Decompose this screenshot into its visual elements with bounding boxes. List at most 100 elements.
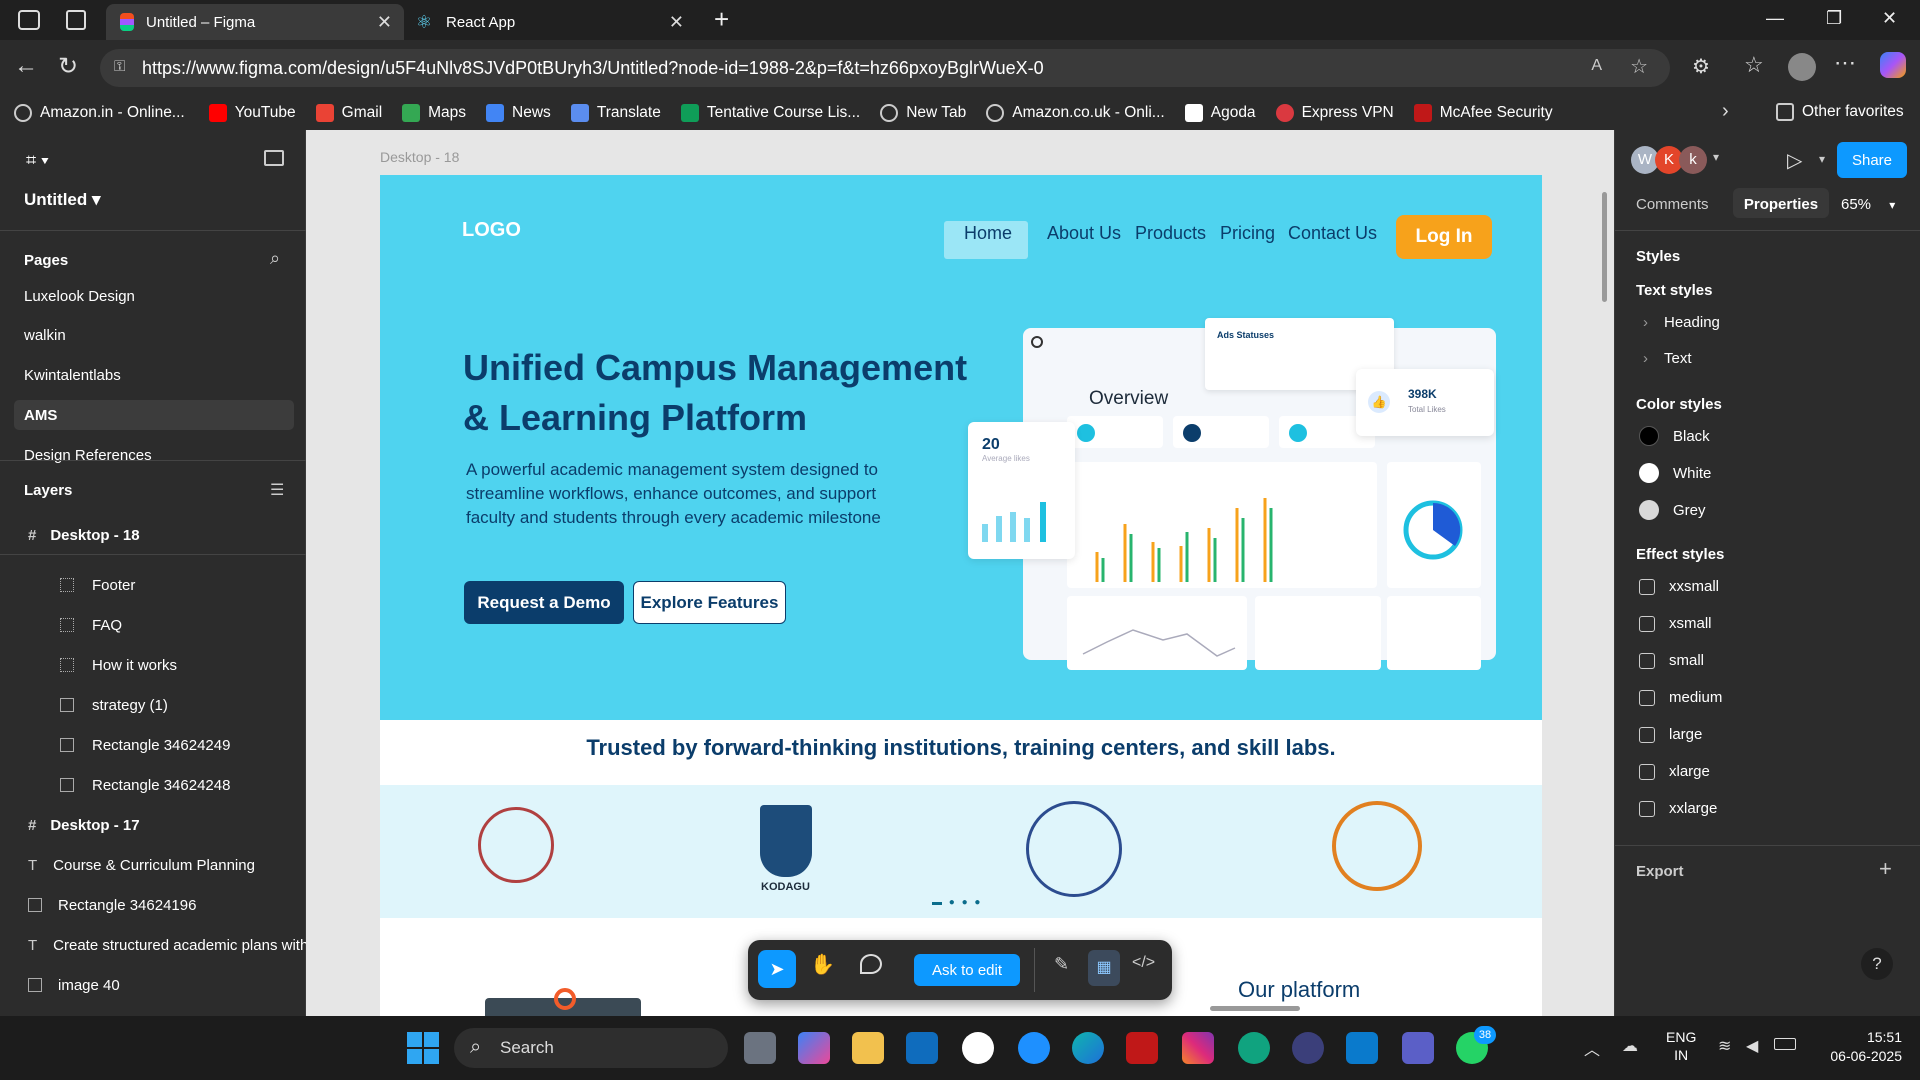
carousel-dots[interactable]: ▬ ● ● ● — [932, 897, 982, 908]
move-tool-icon[interactable]: ➤ — [758, 950, 796, 988]
edge-icon[interactable] — [1072, 1032, 1104, 1064]
nav-contact[interactable]: Contact Us — [1288, 223, 1377, 244]
layer-item[interactable]: T Course & Curriculum Planning — [0, 845, 306, 885]
chevron-down-icon[interactable]: ▾ — [1713, 150, 1719, 164]
chevron-right-icon[interactable]: › — [1722, 100, 1729, 123]
back-icon[interactable]: ← — [14, 52, 38, 80]
color-style-grey[interactable]: Grey — [1639, 500, 1706, 520]
comment-tool-icon[interactable] — [860, 954, 882, 974]
layer-item[interactable]: T Create structured academic plans with — [0, 925, 306, 965]
bookmark-item[interactable]: Translate — [570, 104, 661, 122]
bookmark-item[interactable]: News — [486, 104, 551, 122]
extensions-icon[interactable]: ⚙ — [1692, 54, 1710, 79]
profile-avatar[interactable] — [1788, 53, 1816, 81]
frame-label[interactable]: Desktop - 18 — [380, 149, 459, 165]
other-favorites[interactable]: Other favorites — [1776, 103, 1904, 121]
favorite-star-icon[interactable]: ☆ — [1630, 54, 1648, 79]
share-button[interactable]: Share — [1837, 142, 1907, 178]
color-style-white[interactable]: White — [1639, 463, 1711, 483]
present-icon[interactable]: ▷ — [1787, 148, 1802, 173]
copilot-icon[interactable] — [1880, 52, 1906, 78]
wifi-icon[interactable]: ≋ — [1718, 1036, 1731, 1056]
close-tab-icon[interactable]: ✕ — [377, 12, 392, 33]
minimize-icon[interactable]: — — [1766, 8, 1784, 29]
help-icon[interactable]: ? — [1861, 948, 1893, 980]
tab-actions-icon[interactable] — [66, 10, 86, 30]
battery-icon[interactable] — [1774, 1038, 1796, 1050]
color-style-black[interactable]: Black — [1639, 426, 1710, 446]
volume-icon[interactable]: ◀ — [1746, 1036, 1758, 1056]
zoom-control[interactable]: 65% ▾ — [1841, 196, 1895, 213]
nav-home[interactable]: Home — [964, 223, 1012, 244]
vscode-icon[interactable] — [1346, 1032, 1378, 1064]
tab-figma[interactable]: Untitled – Figma ✕ — [106, 4, 404, 40]
site-info-icon[interactable]: ⚿ — [114, 58, 125, 75]
explore-features-button[interactable]: Explore Features — [633, 581, 786, 624]
file-explorer-icon[interactable] — [852, 1032, 884, 1064]
effect-style[interactable]: xxlarge — [1639, 800, 1717, 817]
language-indicator[interactable]: ENG IN — [1666, 1028, 1696, 1064]
taskbar-search[interactable]: ⌕ Search — [454, 1028, 728, 1068]
bookmark-item[interactable]: Gmail — [315, 104, 382, 122]
instagram-icon[interactable] — [1182, 1032, 1214, 1064]
refresh-icon[interactable]: ↻ — [58, 52, 78, 81]
add-export-icon[interactable]: + — [1879, 856, 1892, 882]
bookmark-item[interactable]: Tentative Course Lis... — [680, 104, 860, 122]
horizontal-scrollbar[interactable] — [1210, 1006, 1300, 1011]
avatar[interactable]: k — [1679, 146, 1707, 174]
windows-start-icon[interactable] — [407, 1032, 439, 1064]
effect-style[interactable]: small — [1639, 652, 1704, 669]
app-icon[interactable] — [962, 1032, 994, 1064]
design-frame[interactable]: LOGO Home About Us Products Pricing Cont… — [380, 175, 1542, 1016]
nav-about[interactable]: About Us — [1047, 223, 1121, 244]
new-tab-icon[interactable]: + — [714, 4, 729, 35]
page-item[interactable]: Kwintalentlabs — [24, 367, 121, 384]
vertical-scrollbar[interactable] — [1602, 192, 1607, 302]
request-demo-button[interactable]: Request a Demo — [464, 581, 624, 624]
search-icon[interactable]: ⌕ — [270, 248, 280, 269]
bookmark-item[interactable]: Agoda — [1184, 104, 1256, 122]
favorites-icon[interactable]: ☆ — [1744, 52, 1764, 78]
ask-to-edit-button[interactable]: Ask to edit — [914, 954, 1020, 986]
canvas[interactable]: Desktop - 18 LOGO Home About Us Products… — [306, 130, 1614, 1016]
bookmark-item[interactable]: McAfee Security — [1413, 104, 1553, 122]
clock[interactable]: 15:51 06-06-2025 — [1818, 1028, 1902, 1066]
read-aloud-icon[interactable]: A — [1591, 57, 1602, 75]
layer-item[interactable]: Rectangle 34624248 — [0, 765, 306, 805]
task-view-icon[interactable] — [744, 1032, 776, 1064]
workspaces-icon[interactable] — [18, 10, 40, 30]
bookmark-item[interactable]: Maps — [402, 104, 466, 122]
nav-pricing[interactable]: Pricing — [1220, 223, 1275, 244]
draw-mode-icon[interactable]: ✎ — [1054, 954, 1069, 975]
chrome-icon[interactable] — [1018, 1032, 1050, 1064]
teams-icon[interactable] — [1402, 1032, 1434, 1064]
effect-style[interactable]: large — [1639, 726, 1702, 743]
tab-properties[interactable]: Properties — [1733, 196, 1829, 213]
layer-frame[interactable]: # Desktop - 18 — [0, 515, 306, 555]
mcafee-icon[interactable] — [1126, 1032, 1158, 1064]
layer-item[interactable]: Rectangle 34624196 — [0, 885, 306, 925]
page-item[interactable]: Luxelook Design — [24, 288, 135, 305]
layer-item[interactable]: Rectangle 34624249 — [0, 725, 306, 765]
tab-comments[interactable]: Comments — [1636, 196, 1709, 213]
layer-item[interactable]: FAQ — [0, 605, 306, 645]
tab-react[interactable]: ⚛ React App ✕ — [406, 4, 696, 40]
bookmark-item[interactable]: YouTube — [208, 104, 296, 122]
design-mode-icon[interactable]: ▦ — [1088, 950, 1120, 986]
dev-mode-icon[interactable]: </> — [1132, 954, 1155, 972]
bookmark-item[interactable]: New Tab — [880, 104, 966, 122]
page-item[interactable]: Design References — [24, 447, 152, 464]
copilot-icon[interactable] — [798, 1032, 830, 1064]
page-item[interactable]: walkin — [24, 327, 66, 344]
text-style-text[interactable]: › Text — [1643, 350, 1692, 367]
restore-icon[interactable]: ❐ — [1826, 8, 1842, 29]
bookmark-item[interactable]: Express VPN — [1275, 104, 1394, 122]
effect-style[interactable]: xlarge — [1639, 763, 1710, 780]
network-alert-icon[interactable]: ☁ — [1622, 1036, 1638, 1056]
effect-style[interactable]: xxsmall — [1639, 578, 1719, 595]
sidebar-toggle-icon[interactable] — [264, 150, 284, 166]
chevron-up-icon[interactable]: ︿ — [1584, 1036, 1600, 1060]
effect-style[interactable]: medium — [1639, 689, 1722, 706]
bookmark-item[interactable]: Amazon.in - Online... — [14, 104, 185, 122]
chevron-down-icon[interactable]: ▾ — [1819, 152, 1825, 166]
